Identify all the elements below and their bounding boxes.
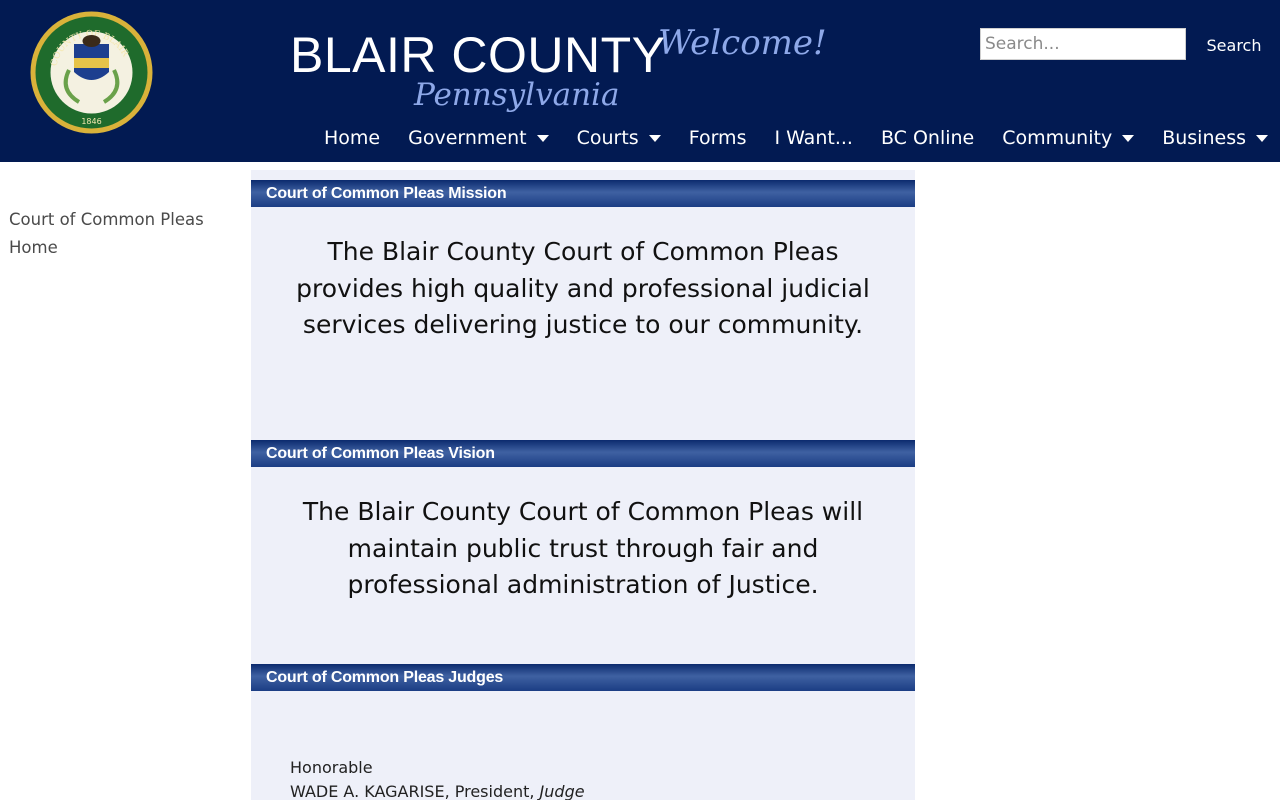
welcome-text: Welcome!	[658, 23, 827, 63]
caret-down-icon	[1256, 134, 1268, 142]
nav-label: Government	[408, 127, 527, 149]
nav-label: Home	[324, 127, 381, 149]
nav-label: Forms	[688, 127, 747, 149]
main-nav: Home Government Courts Forms I Want... B…	[310, 120, 1280, 156]
nav-label: Courts	[576, 127, 639, 149]
caret-down-icon	[648, 134, 661, 142]
nav-community[interactable]: Community	[988, 120, 1148, 156]
state-subtitle: Pennsylvania	[414, 77, 620, 113]
judge-entry: WADE A. KAGARISE, President, Judge	[290, 782, 585, 800]
svg-text:1846: 1846	[81, 117, 101, 126]
judge-honorific: Honorable	[290, 758, 373, 777]
main-content-panel: Court of Common Pleas Mission The Blair …	[251, 170, 915, 800]
nav-courts[interactable]: Courts	[563, 120, 675, 156]
nav-forms[interactable]: Forms	[675, 120, 761, 156]
section-header-vision: Court of Common Pleas Vision	[251, 440, 915, 467]
search-input[interactable]	[980, 28, 1186, 60]
nav-i-want[interactable]: I Want...	[760, 120, 866, 156]
nav-business[interactable]: Business	[1148, 120, 1280, 156]
site-header: COUNTY OF BLAIR 1846 BLAIR COUNTY Pennsy…	[0, 0, 1280, 162]
nav-label: BC Online	[880, 127, 975, 149]
nav-bc-online[interactable]: BC Online	[867, 120, 988, 156]
vision-statement: The Blair County Court of Common Pleas w…	[302, 497, 864, 599]
nav-government[interactable]: Government	[394, 120, 563, 156]
nav-label: I Want...	[774, 127, 853, 149]
caret-down-icon	[1122, 134, 1135, 142]
nav-label: Business	[1162, 127, 1246, 149]
county-title[interactable]: BLAIR COUNTY	[290, 30, 666, 80]
judge-title: Judge	[539, 782, 585, 800]
nav-home[interactable]: Home	[310, 120, 394, 156]
caret-down-icon	[536, 134, 549, 142]
nav-label: Community	[1002, 127, 1113, 149]
mission-statement: The Blair County Court of Common Pleas p…	[296, 237, 870, 339]
section-header-judges: Court of Common Pleas Judges	[251, 664, 915, 691]
county-seal-logo[interactable]: COUNTY OF BLAIR 1846	[29, 10, 154, 135]
section-header-mission: Court of Common Pleas Mission	[251, 180, 915, 207]
sidebar-item-court-home[interactable]: Court of Common Pleas Home	[9, 206, 209, 262]
judge-name: WADE A. KAGARISE, President,	[290, 782, 535, 800]
search-button[interactable]: Search	[1198, 30, 1270, 60]
